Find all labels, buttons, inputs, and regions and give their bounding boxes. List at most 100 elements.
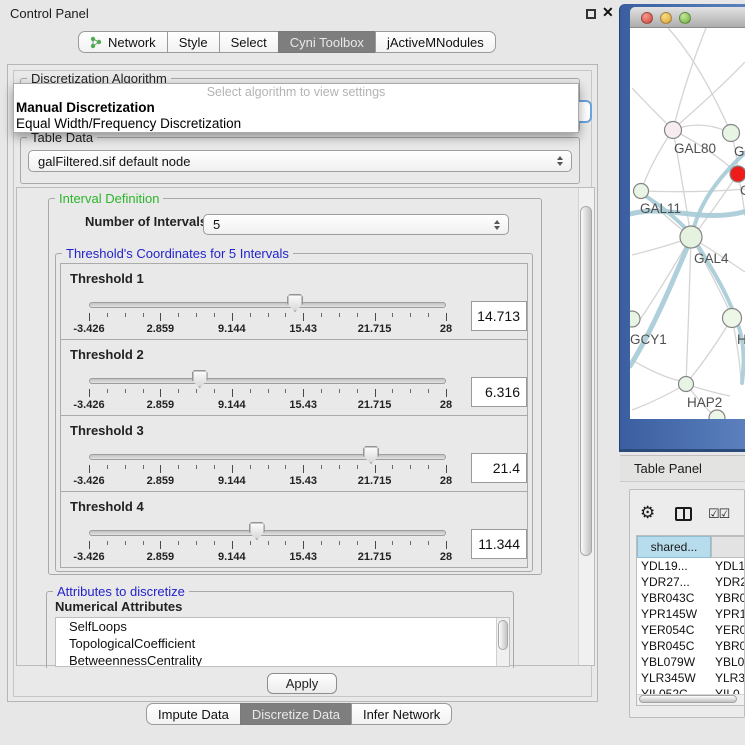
column-header-n[interactable]: n xyxy=(711,536,745,558)
float-window-icon[interactable] xyxy=(586,9,596,19)
list-scrollbar-track[interactable] xyxy=(496,618,509,666)
tick-label: 15.43 xyxy=(289,399,317,411)
tab-discretize-data[interactable]: Discretize Data xyxy=(240,703,352,725)
tab-style[interactable]: Style xyxy=(167,31,220,53)
table-row[interactable]: YLR345WYLR3 xyxy=(637,670,744,686)
thresholds-stack: Threshold 1-3.4262.8599.14415.4321.71528… xyxy=(60,263,528,568)
network-edge xyxy=(691,237,730,312)
close-icon[interactable]: ✕ xyxy=(602,4,614,21)
network-node[interactable] xyxy=(634,184,649,199)
tick-marks xyxy=(89,389,446,398)
network-edge xyxy=(686,237,691,384)
table-cell: YDL1 xyxy=(711,558,745,574)
network-canvas[interactable]: GAL80GCGAL11GAL4GCY1HHAP2 xyxy=(630,28,745,419)
slider-thumb[interactable] xyxy=(363,446,379,464)
tab-label: Network xyxy=(108,35,156,50)
network-node[interactable] xyxy=(730,166,745,182)
tick-label: 15.43 xyxy=(289,475,317,487)
table-body: YDL19...YDL1YDR27...YDR2YBR043CYBR0YPR14… xyxy=(637,558,744,702)
table-row[interactable]: YBR043CYBR0 xyxy=(637,590,744,606)
zoom-traffic-light-icon[interactable] xyxy=(679,12,691,24)
threshold-value-field[interactable]: 14.713 xyxy=(471,301,527,331)
table-cell: YBR0 xyxy=(711,638,745,654)
network-window-titlebar[interactable] xyxy=(630,7,745,28)
network-node[interactable] xyxy=(630,311,640,327)
tick-mark xyxy=(232,465,233,473)
table-row[interactable]: YDL19...YDL1 xyxy=(637,558,744,574)
table-row[interactable]: YBR045CYBR0 xyxy=(637,638,744,654)
network-node[interactable] xyxy=(723,309,742,328)
tick-label: 9.144 xyxy=(218,323,246,335)
table-data-combo[interactable]: galFiltered.sif default node xyxy=(28,150,572,172)
split-view-icon[interactable] xyxy=(675,507,692,521)
tick-label: 2.859 xyxy=(147,475,175,487)
attribute-items: SelfLoopsTopologicalCoefficientBetweenne… xyxy=(56,618,509,667)
network-node[interactable] xyxy=(680,226,702,248)
network-node[interactable] xyxy=(709,410,725,419)
table-row[interactable]: YDR27...YDR2 xyxy=(637,574,744,590)
algorithm-popup-options: Manual DiscretizationEqual Width/Frequen… xyxy=(14,100,578,132)
network-node[interactable] xyxy=(665,122,682,139)
apply-button[interactable]: Apply xyxy=(267,673,337,694)
network-node-label: GCY1 xyxy=(630,332,667,347)
slider-thumb[interactable] xyxy=(249,522,265,540)
table-row[interactable]: YER054CYER0 xyxy=(637,622,744,638)
algorithm-option-manual-discretization[interactable]: Manual Discretization xyxy=(14,100,578,116)
tick-mark xyxy=(178,541,179,545)
tab-network[interactable]: Network xyxy=(78,31,168,53)
slider-track[interactable] xyxy=(89,302,446,308)
horizontal-scrollbar-thumb[interactable] xyxy=(639,695,737,703)
node-table[interactable]: shared...n YDL19...YDL1YDR27...YDR2YBR04… xyxy=(636,535,745,706)
tick-labels: -3.4262.8599.14415.4321.71528 xyxy=(89,399,446,411)
tick-mark xyxy=(89,313,90,321)
table-panel-title: Table Panel xyxy=(634,461,702,476)
slider-track[interactable] xyxy=(89,454,446,460)
network-edge xyxy=(689,318,732,380)
numerical-attributes-label: Numerical Attributes xyxy=(55,599,182,614)
tab-infer-network[interactable]: Infer Network xyxy=(351,703,452,725)
attribute-item-selfloops[interactable]: SelfLoops xyxy=(56,618,509,635)
table-row[interactable]: YPR145WYPR1 xyxy=(637,606,744,622)
slider-thumb[interactable] xyxy=(192,370,208,388)
minimize-traffic-light-icon[interactable] xyxy=(660,12,672,24)
slider-thumb[interactable] xyxy=(287,294,303,312)
tick-mark xyxy=(410,313,411,317)
threshold-value-field[interactable]: 11.344 xyxy=(471,529,527,559)
slider-track[interactable] xyxy=(89,378,446,384)
attribute-item-topologicalcoefficient[interactable]: TopologicalCoefficient xyxy=(56,635,509,652)
column-header-shared[interactable]: shared... xyxy=(637,536,711,558)
network-edge xyxy=(674,28,706,126)
algorithm-option-equal-width-frequency-discretization[interactable]: Equal Width/Frequency Discretization xyxy=(14,116,578,132)
threshold-value-field[interactable]: 6.316 xyxy=(471,377,527,407)
slider-track[interactable] xyxy=(89,530,446,536)
tick-mark xyxy=(285,389,286,393)
checkbox-columns-icon[interactable]: ☑☑ xyxy=(708,506,729,522)
tab-cyni-toolbox[interactable]: Cyni Toolbox xyxy=(278,31,376,53)
table-cell: YER054C xyxy=(637,622,711,638)
list-scrollbar-thumb[interactable] xyxy=(498,620,508,650)
numerical-attributes-list[interactable]: SelfLoopsTopologicalCoefficientBetweenne… xyxy=(55,617,510,667)
network-node[interactable] xyxy=(679,377,694,392)
number-of-intervals-combo[interactable]: 5 xyxy=(203,214,509,235)
tick-mark xyxy=(357,465,358,469)
tick-label: 2.859 xyxy=(147,399,175,411)
attribute-item-betweennesscentrality[interactable]: BetweennessCentrality xyxy=(56,652,509,667)
tick-label: 28 xyxy=(440,323,452,335)
gear-icon[interactable]: ⚙ xyxy=(640,503,655,523)
tick-mark xyxy=(285,313,286,317)
vertical-scrollbar-thumb[interactable] xyxy=(580,206,592,556)
tick-mark xyxy=(410,389,411,393)
tick-mark xyxy=(214,465,215,469)
network-edge xyxy=(632,360,680,381)
close-traffic-light-icon[interactable] xyxy=(641,12,653,24)
tab-jactivemnodules[interactable]: jActiveMNodules xyxy=(375,31,496,53)
tick-label: -3.426 xyxy=(73,551,104,563)
tab-select[interactable]: Select xyxy=(219,31,279,53)
tick-mark xyxy=(250,313,251,317)
network-node[interactable] xyxy=(723,125,740,142)
table-row[interactable]: YBL079WYBL0 xyxy=(637,654,744,670)
tick-mark xyxy=(107,313,108,317)
network-node-label: H xyxy=(737,332,745,347)
threshold-value-field[interactable]: 21.4 xyxy=(471,453,527,483)
tab-impute-data[interactable]: Impute Data xyxy=(146,703,241,725)
